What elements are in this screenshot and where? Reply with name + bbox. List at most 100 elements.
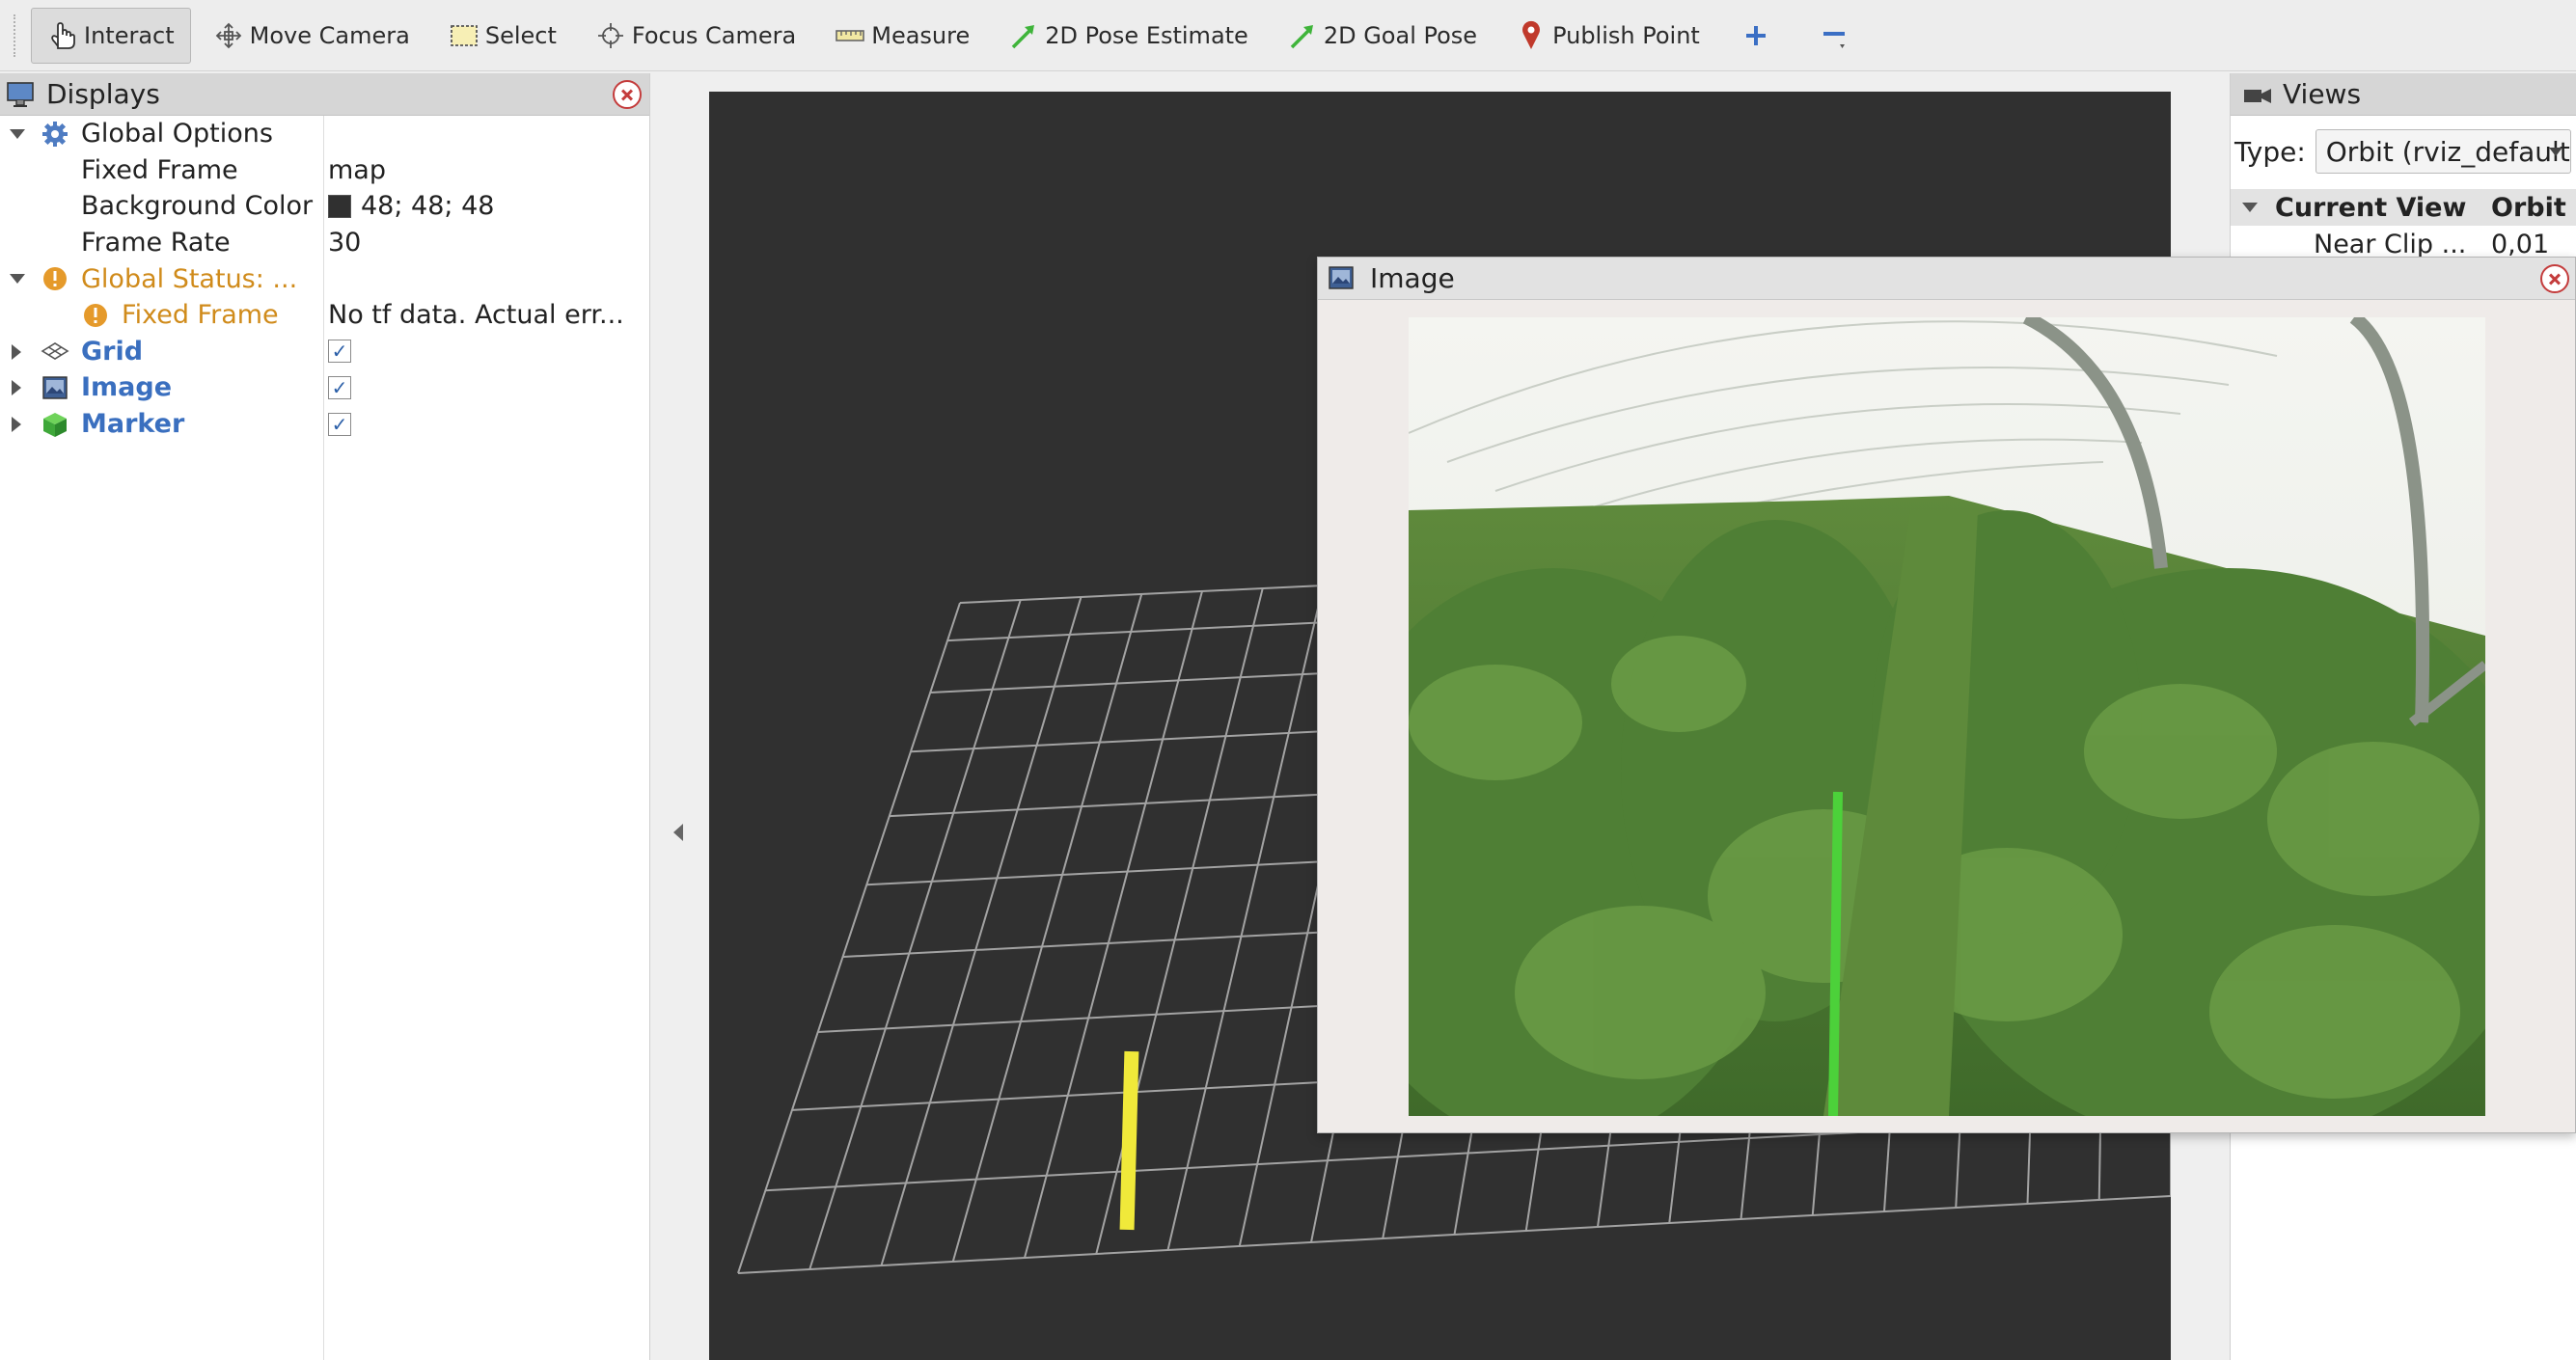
displays-title: Displays [46,78,160,110]
rviz-window: Interact Move Camera Select Focus Camera [0,0,2576,1360]
close-icon[interactable] [2540,264,2569,293]
polytunnel-crop-image [1409,317,2485,1116]
views-title: Views [2283,78,2362,110]
detected-row-line [1828,791,1843,1116]
image-icon [41,373,69,402]
near-clip-value[interactable]: 0,01 [2491,230,2549,259]
image-window-title-bar[interactable]: Image [1318,258,2575,300]
move-camera-icon [213,20,244,51]
view-type-value: Orbit (rviz_default [2325,135,2570,168]
collapse-arrow-icon[interactable] [12,380,21,396]
toolbar: Interact Move Camera Select Focus Camera [0,0,2576,71]
image-label: Image [81,372,173,403]
expand-arrow-icon[interactable] [10,129,25,139]
interact-tool-button[interactable]: Interact [31,7,191,64]
status-fixed-frame-value: No tf data. Actual err... [328,300,624,331]
frame-rate-value[interactable]: 30 [328,228,361,258]
pose-estimate-tool-button[interactable]: 2D Pose Estimate [992,8,1265,64]
global-status-row[interactable]: Global Status: ... [0,260,648,297]
view-type-select[interactable]: Orbit (rviz_default [2315,129,2571,174]
global-status-label: Global Status: ... [81,263,298,294]
expand-arrow-icon[interactable] [2242,203,2258,212]
grid-line [737,1195,2171,1274]
color-swatch[interactable] [328,194,351,218]
focus-camera-label: Focus Camera [631,21,797,49]
goal-pose-tool-button[interactable]: 2D Goal Pose [1271,8,1494,64]
fixed-frame-label: Fixed Frame [81,154,238,185]
current-view-type: Orbit ( [2491,192,2576,223]
display-item-image[interactable]: Image ✓ [0,369,648,406]
collapse-arrow-icon[interactable] [12,416,21,432]
expand-arrow-icon[interactable] [10,274,25,285]
displays-title-bar: Displays [0,73,649,116]
global-options-row[interactable]: Global Options [0,116,648,152]
background-color-label: Background Color [81,191,314,222]
monitor-icon [6,81,35,108]
camera-icon [2242,81,2271,108]
view-type-label: Type: [2234,135,2306,168]
map-pin-icon [1516,20,1547,51]
frame-rate-row[interactable]: Frame Rate 30 [0,225,648,261]
current-view-header[interactable]: Current View Orbit ( [2231,189,2576,226]
select-tool-button[interactable]: Select [432,8,573,64]
focus-crosshair-icon [595,20,626,51]
publish-point-tool-button[interactable]: Publish Point [1499,8,1716,64]
grid-label: Grid [81,336,144,367]
panel-splitter[interactable] [652,73,706,1360]
fixed-frame-row[interactable]: Fixed Frame map [0,152,648,189]
plus-icon [1740,20,1771,51]
collapse-left-icon[interactable] [673,824,683,841]
current-view-label: Current View [2275,192,2467,223]
grid-line [737,602,961,1274]
measure-label: Measure [871,21,971,49]
gear-icon [41,120,69,149]
move-camera-label: Move Camera [249,21,410,49]
views-title-bar: Views [2231,73,2576,116]
goal-pose-label: 2D Goal Pose [1323,21,1478,49]
hand-pointer-icon [47,20,78,51]
image-enabled-checkbox[interactable]: ✓ [328,375,351,399]
add-tool-button[interactable] [1722,8,1795,64]
global-options-label: Global Options [81,119,273,150]
display-item-marker[interactable]: Marker ✓ [0,406,648,443]
green-arrow-icon [1287,20,1318,51]
fixed-frame-value[interactable]: map [328,155,386,185]
marker-bar [1119,1050,1139,1231]
collapse-arrow-icon[interactable] [12,343,21,360]
interact-label: Interact [84,21,175,49]
measure-tool-button[interactable]: Measure [818,8,986,64]
background-color-row[interactable]: Background Color 48; 48; 48 [0,188,648,225]
display-item-grid[interactable]: Grid ✓ [0,334,648,370]
grid-line [1095,587,1264,1255]
publish-point-label: Publish Point [1552,21,1700,49]
close-icon[interactable] [613,80,642,109]
focus-camera-tool-button[interactable]: Focus Camera [579,8,812,64]
marker-cube-icon [41,410,69,439]
grid-line [808,599,1022,1270]
grid-enabled-checkbox[interactable]: ✓ [328,340,351,364]
grid-icon [41,337,69,366]
minus-icon [1820,20,1850,51]
marker-enabled-checkbox[interactable]: ✓ [328,412,351,436]
view-properties-table: Current View Orbit ( Near Clip ... 0,01 [2231,189,2576,262]
frame-rate-label: Frame Rate [81,228,231,258]
toolbar-grip[interactable] [14,14,19,57]
image-icon [1328,265,1357,292]
ruler-icon [835,20,865,51]
grid-line [1166,585,1325,1251]
status-fixed-frame-label: Fixed Frame [122,300,279,331]
move-camera-tool-button[interactable]: Move Camera [197,8,426,64]
image-window: Image [1317,257,2576,1133]
status-fixed-frame-row[interactable]: Fixed Frame No tf data. Actual err... [0,297,648,334]
select-label: Select [484,21,557,49]
background-color-field[interactable]: 48; 48; 48 [328,191,494,221]
remove-tool-button[interactable] [1801,8,1875,64]
warning-icon [41,264,69,293]
view-type-row: Type: Orbit (rviz_default [2231,127,2576,176]
displays-panel: Displays Global Options Fixed Frame map [0,73,650,1360]
camera-image [1409,317,2485,1116]
warning-icon [81,301,110,330]
image-window-title: Image [1370,262,1455,294]
displays-tree: Global Options Fixed Frame map Backgroun… [0,116,648,442]
pose-estimate-label: 2D Pose Estimate [1045,21,1248,49]
